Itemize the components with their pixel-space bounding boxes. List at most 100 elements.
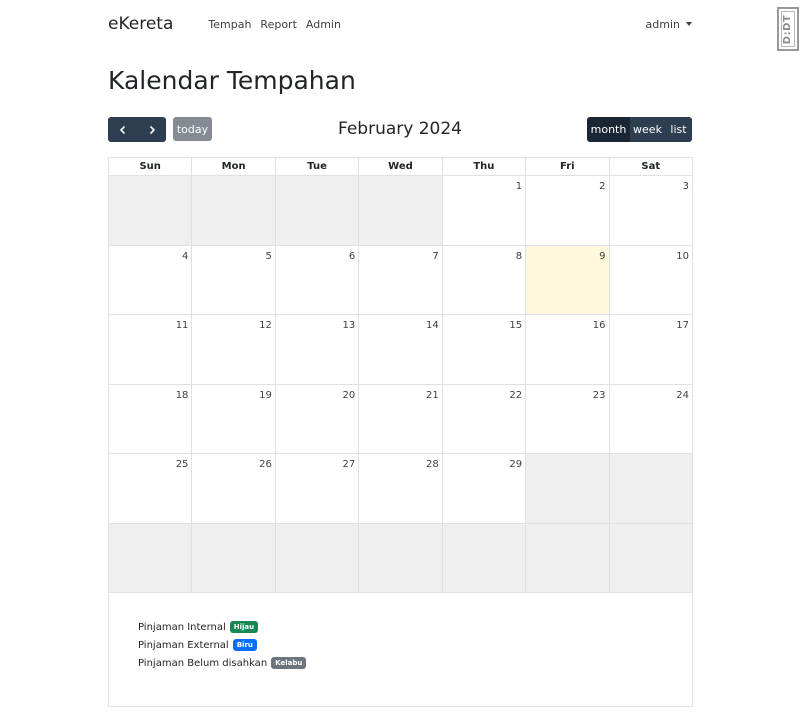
day-number[interactable]: 19 <box>259 390 272 401</box>
calendar-day-cell-other-month[interactable] <box>275 176 360 246</box>
day-number[interactable]: 17 <box>676 320 689 331</box>
day-number[interactable]: 7 <box>432 251 438 262</box>
today-button[interactable]: today <box>173 117 212 141</box>
day-number[interactable]: 13 <box>343 320 356 331</box>
day-number[interactable]: 14 <box>426 320 439 331</box>
calendar-day-cell[interactable]: 16 <box>526 315 610 385</box>
legend-label: Pinjaman Internal <box>138 621 226 633</box>
day-number[interactable]: 12 <box>259 320 272 331</box>
legend-badge-blue: Biru <box>232 639 257 651</box>
view-week-button[interactable]: week <box>630 117 665 142</box>
nav-link-admin[interactable]: Admin <box>306 18 341 31</box>
day-number[interactable]: 9 <box>599 251 605 262</box>
ddt-logo-text: D:DT <box>782 14 794 44</box>
next-button[interactable] <box>137 117 166 142</box>
calendar-day-cell[interactable]: 2 <box>526 176 610 246</box>
calendar-day-cell-other-month[interactable] <box>442 523 527 593</box>
nav-link-tempah[interactable]: Tempah <box>208 18 251 31</box>
calendar-day-cell[interactable]: 15 <box>442 315 527 385</box>
day-number[interactable]: 3 <box>683 181 689 192</box>
legend-item-external: Pinjaman External Biru <box>138 639 257 651</box>
calendar-day-cell-other-month[interactable] <box>192 176 276 246</box>
navbar: eKereta Tempah Report Admin admin <box>108 0 692 48</box>
calendar-day-cell-other-month[interactable] <box>359 523 443 593</box>
user-name: admin <box>645 17 680 31</box>
day-number[interactable]: 24 <box>676 390 689 401</box>
calendar-day-cell[interactable]: 26 <box>192 454 276 524</box>
day-number[interactable]: 22 <box>509 390 522 401</box>
day-number[interactable]: 15 <box>509 320 522 331</box>
calendar-day-cell[interactable]: 29 <box>442 454 527 524</box>
calendar-day-cell[interactable]: 24 <box>609 384 693 454</box>
legend-label: Pinjaman External <box>138 639 229 651</box>
calendar-day-cell[interactable]: 3 <box>609 176 693 246</box>
weekday-header: Tue <box>275 158 360 176</box>
calendar-day-cell[interactable]: 1 <box>442 176 527 246</box>
calendar-day-cell[interactable]: 5 <box>192 245 276 315</box>
calendar-day-cell[interactable]: 27 <box>275 454 360 524</box>
day-number[interactable]: 27 <box>343 459 356 470</box>
calendar-day-cell-other-month[interactable] <box>609 454 693 524</box>
calendar-day-cell[interactable]: 23 <box>526 384 610 454</box>
calendar-day-cell-today[interactable]: 9 <box>526 245 610 315</box>
prev-button[interactable] <box>108 117 137 142</box>
calendar-day-cell-other-month[interactable] <box>275 523 360 593</box>
calendar-day-cell-other-month[interactable] <box>526 523 610 593</box>
calendar-day-cell[interactable]: 20 <box>275 384 360 454</box>
day-number[interactable]: 10 <box>676 251 689 262</box>
calendar-day-cell[interactable]: 11 <box>109 315 193 385</box>
day-number[interactable]: 2 <box>599 181 605 192</box>
weekday-header: Sun <box>109 158 193 176</box>
calendar-body: 1 2 3 4 5 6 7 8 9 10 11 12 13 14 15 16 17 18 19 20 21 22 23 24 2… <box>109 176 693 593</box>
day-number[interactable]: 6 <box>349 251 355 262</box>
calendar-day-cell[interactable]: 28 <box>359 454 443 524</box>
view-list-button[interactable]: list <box>665 117 692 142</box>
calendar-day-cell[interactable]: 17 <box>609 315 693 385</box>
calendar-day-cell-other-month[interactable] <box>109 523 193 593</box>
day-number[interactable]: 29 <box>509 459 522 470</box>
calendar-day-cell-other-month[interactable] <box>192 523 276 593</box>
day-number[interactable]: 11 <box>176 320 189 331</box>
day-number[interactable]: 5 <box>265 251 271 262</box>
day-number[interactable]: 21 <box>426 390 439 401</box>
weekday-header-row: Sun Mon Tue Wed Thu Fri Sat <box>109 158 693 176</box>
legend-panel: Pinjaman Internal Hijau Pinjaman Externa… <box>108 590 693 707</box>
day-number[interactable]: 25 <box>176 459 189 470</box>
day-number[interactable]: 16 <box>593 320 606 331</box>
day-number[interactable]: 28 <box>426 459 439 470</box>
view-month-button[interactable]: month <box>587 117 630 142</box>
calendar-day-cell[interactable]: 21 <box>359 384 443 454</box>
brand-logo[interactable]: eKereta <box>108 14 173 34</box>
calendar-day-cell-other-month[interactable] <box>109 176 193 246</box>
weekday-header: Fri <box>526 158 610 176</box>
nav-link-report[interactable]: Report <box>260 18 296 31</box>
calendar-week-row: 11 12 13 14 15 16 17 <box>109 315 693 385</box>
calendar-toolbar: February 2024 today month week list <box>108 117 692 142</box>
calendar-day-cell[interactable]: 4 <box>109 245 193 315</box>
calendar-day-cell[interactable]: 10 <box>609 245 693 315</box>
day-number[interactable]: 26 <box>259 459 272 470</box>
day-number[interactable]: 23 <box>593 390 606 401</box>
calendar-day-cell[interactable]: 7 <box>359 245 443 315</box>
calendar-day-cell[interactable]: 13 <box>275 315 360 385</box>
day-number[interactable]: 8 <box>516 251 522 262</box>
legend-badge-gray: Kelabu <box>271 657 307 669</box>
calendar-day-cell[interactable]: 25 <box>109 454 193 524</box>
calendar-day-cell[interactable]: 12 <box>192 315 276 385</box>
day-number[interactable]: 18 <box>176 390 189 401</box>
calendar-week-row: 1 2 3 <box>109 176 693 246</box>
day-number[interactable]: 4 <box>182 251 188 262</box>
day-number[interactable]: 1 <box>516 181 522 192</box>
calendar-day-cell[interactable]: 22 <box>442 384 527 454</box>
calendar-day-cell[interactable]: 14 <box>359 315 443 385</box>
user-menu-dropdown[interactable]: admin <box>646 18 692 31</box>
day-number[interactable]: 20 <box>343 390 356 401</box>
calendar-day-cell-other-month[interactable] <box>609 523 693 593</box>
calendar-day-cell[interactable]: 18 <box>109 384 193 454</box>
calendar-day-cell-other-month[interactable] <box>359 176 443 246</box>
weekday-header: Wed <box>359 158 443 176</box>
calendar-day-cell-other-month[interactable] <box>526 454 610 524</box>
calendar-day-cell[interactable]: 6 <box>275 245 360 315</box>
calendar-day-cell[interactable]: 19 <box>192 384 276 454</box>
calendar-day-cell[interactable]: 8 <box>442 245 527 315</box>
